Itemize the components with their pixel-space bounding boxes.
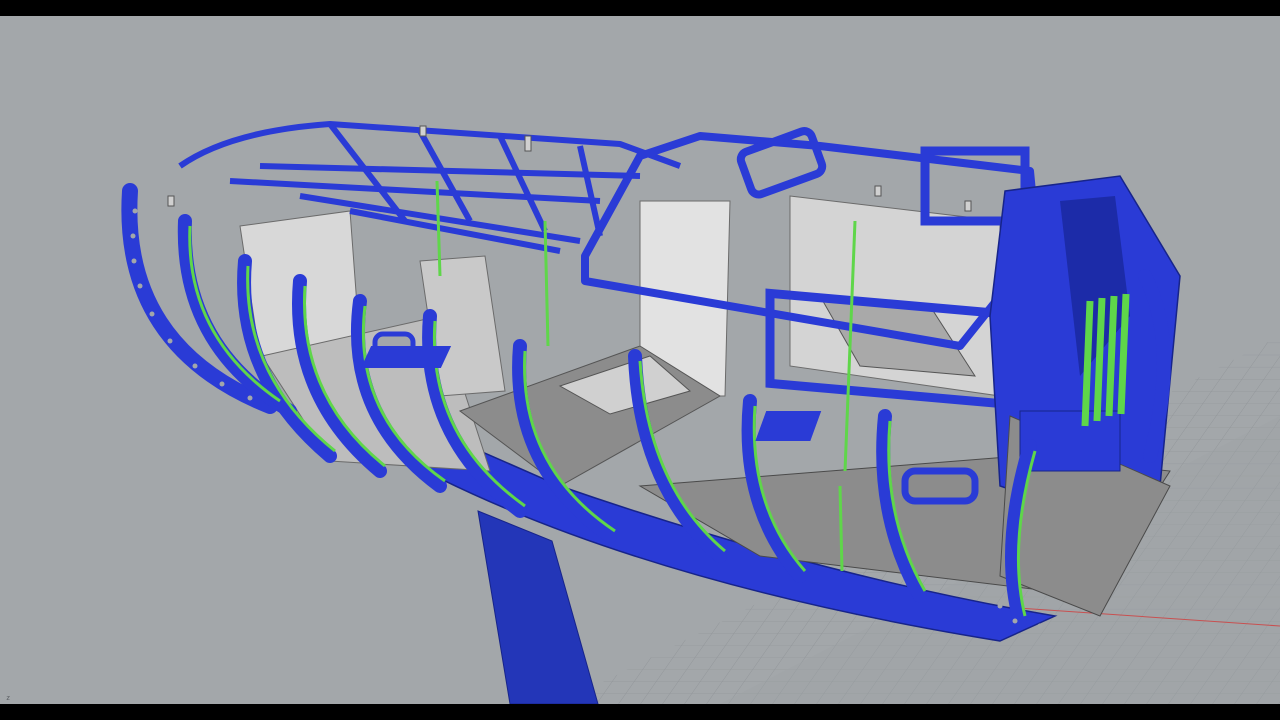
perspective-viewport[interactable]: z [0, 16, 1280, 704]
step-plate-2 [755, 411, 822, 441]
letterbox-top [0, 0, 1280, 16]
axis-label: z [6, 694, 11, 702]
keel-fin [477, 510, 599, 704]
step-plate [360, 346, 452, 368]
video-frame: z [0, 0, 1280, 720]
stern-box [1019, 410, 1121, 472]
bulkhead-opening-2 [901, 467, 979, 505]
viewport-canvas[interactable] [0, 16, 1280, 704]
letterbox-bottom [0, 704, 1280, 720]
